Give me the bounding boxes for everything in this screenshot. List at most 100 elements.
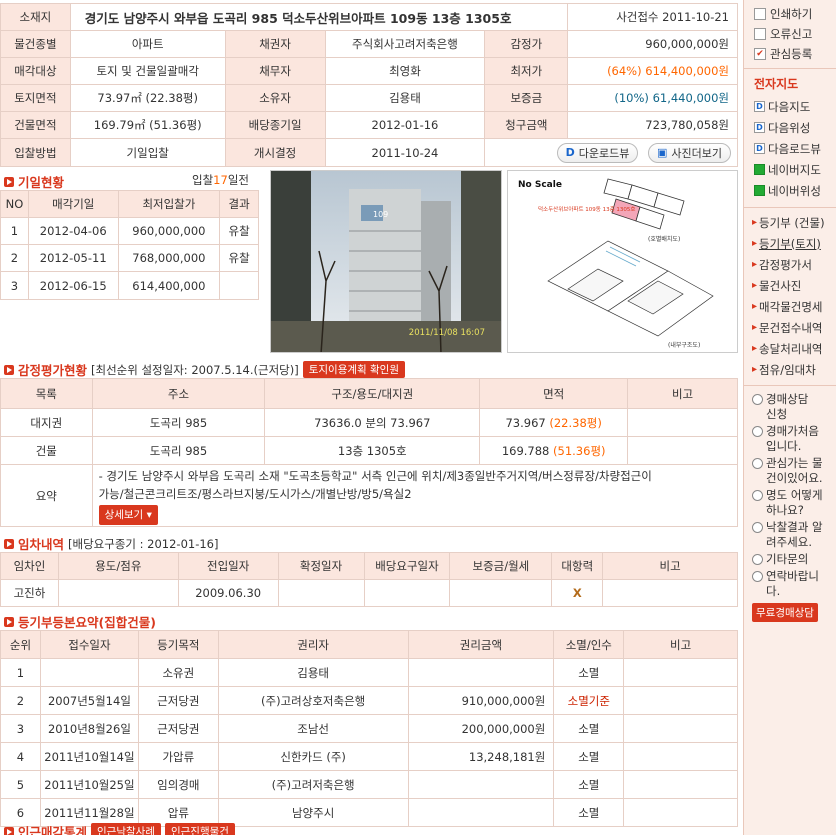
info-row: 건물면적 169.79㎡ (51.36평) 배당종기일 2012-01-16 청… [0, 111, 738, 139]
registry-land-link[interactable]: 등기부(토지) [744, 233, 836, 254]
table-row: 3 2010년8월26일 근저당권 조남선 200,000,000원 소멸 [0, 714, 738, 743]
column-header: 비고 [623, 630, 738, 659]
add-favorite-button[interactable]: ✔ 관심등록 [754, 44, 836, 64]
printer-icon [754, 8, 766, 20]
nearby-sales-button[interactable]: 인근낙찰사례 [91, 823, 161, 835]
daum-satellite-link[interactable]: D 다음위성 [744, 117, 836, 138]
download-view-button[interactable]: D 다운로드뷰 [556, 142, 639, 163]
column-header: 접수일자 [39, 630, 139, 659]
registry-title: 등기부등본요약(집합건물) [18, 615, 156, 630]
radio-icon [752, 394, 763, 405]
radio-other[interactable]: 기타문의 [744, 552, 836, 567]
table-row: 3 2012-06-15 614,400,000 [0, 271, 259, 300]
radio-first-time[interactable]: 경매가처음 입니다. [744, 424, 836, 454]
column-header: 최저입찰가 [117, 190, 221, 218]
info-value: 2012-01-16 [324, 111, 486, 139]
error-report-button[interactable]: 오류신고 [754, 24, 836, 44]
daum-roadview-link[interactable]: D 다음로드뷰 [744, 138, 836, 159]
summary-label: 요약 [0, 464, 93, 527]
column-header: 비고 [602, 552, 738, 580]
view-buttons-cell: D 다운로드뷰 ▣ 사진더보기 [484, 138, 738, 167]
naver-satellite-link[interactable]: 네이버위성 [744, 180, 836, 201]
table-row: 1 2012-04-06 960,000,000 유찰 [0, 217, 259, 245]
dday-suffix: 일전 [227, 173, 249, 187]
radio-interested[interactable]: 관심가는 물 건이있어요. [744, 456, 836, 486]
nearby-ongoing-button[interactable]: 인근진행물건 [164, 823, 235, 835]
case-received: 사건접수 2011-10-21 [567, 3, 738, 31]
info-row: 물건종별 아파트 채권자 주식회사고려저축은행 감정가 960,000,000원 [0, 30, 738, 58]
detail-view-button[interactable]: 상세보기 ▾ [98, 504, 158, 525]
radio-icon [752, 458, 763, 469]
naver-logo-icon [754, 164, 765, 175]
info-label: 물건종별 [0, 30, 71, 58]
address-label: 소재지 [0, 3, 71, 31]
occupancy-link[interactable]: 점유/임대차 [744, 359, 836, 380]
nearby-stats-header: 인근매각통계 인근낙찰사례 인근진행물건 [4, 822, 235, 835]
column-header: 전입일자 [177, 552, 279, 580]
download-view-label: 다운로드뷰 [578, 146, 630, 160]
column-header: 주소 [91, 378, 266, 409]
appraisal-subtitle: [최선순위 설정일자: 2007.5.14.(근저당)] [91, 362, 299, 377]
building-number: 109 [373, 210, 388, 219]
registry-building-link[interactable]: 등기부 (건물) [744, 212, 836, 233]
radio-eviction[interactable]: 명도 어떻게 하나요? [744, 488, 836, 518]
minimum-price: (64%) 614,400,000원 [567, 57, 738, 85]
radio-icon [752, 490, 763, 501]
table-row: 2 2007년5월14일 근저당권 (주)고려상호저축은행 910,000,000원 소멸… [0, 686, 738, 715]
info-value: 토지 및 건물일괄매각 [69, 57, 226, 85]
column-header: 등기목적 [137, 630, 219, 659]
column-header: 대항력 [551, 552, 604, 580]
plan-bottom-caption: (내부구조도) [668, 341, 700, 349]
column-header: 비고 [627, 378, 738, 409]
lease-header: 임차내역 [배당요구종기 : 2012-01-16] [4, 534, 219, 553]
summary-text: - 경기도 남양주시 와부읍 도곡리 소재 "도곡초등학교" 서측 인근에 위치… [98, 468, 652, 483]
sale-spec-link[interactable]: 매각물건명세 [744, 296, 836, 317]
photo-more-button[interactable]: ▣ 사진더보기 [647, 142, 731, 163]
daum-logo-icon: D [754, 101, 765, 112]
info-value: 아파트 [69, 30, 226, 58]
section-bullet-icon [4, 538, 14, 549]
info-value: 기일입찰 [69, 138, 226, 167]
floor-plan[interactable]: No Scale (호별배치도) 덕소두산위브아파트 109동 13층 1305… [507, 170, 738, 353]
radio-icon [752, 571, 763, 582]
floor-plan-image: No Scale (호별배치도) 덕소두산위브아파트 109동 13층 1305… [508, 171, 737, 352]
summary-cell: - 경기도 남양주시 와부읍 도곡리 소재 "도곡초등학교" 서측 인근에 위치… [91, 464, 739, 527]
lease-title: 임차내역 [18, 537, 65, 552]
photo-timestamp: 2011/11/08 16:07 [409, 328, 485, 338]
radio-consult[interactable]: 경매상담 신청 [744, 392, 836, 422]
section-bullet-icon [4, 826, 14, 835]
column-header: 매각기일 [27, 190, 119, 218]
extinction-standard: 소멸기준 [553, 686, 625, 715]
free-consult-button[interactable]: 무료경매상담 [752, 603, 818, 622]
radio-contact[interactable]: 연락바랍니 다. [744, 569, 836, 599]
radio-result[interactable]: 낙찰결과 알 려주세요. [744, 520, 836, 550]
doc-receipt-link[interactable]: 문건접수내역 [744, 317, 836, 338]
appraisal-header: 감정평가현황 [최선순위 설정일자: 2007.5.14.(근저당)] 토지이용… [4, 360, 405, 379]
building-photo[interactable]: 2011/11/08 16:07 109 [270, 170, 502, 353]
plan-top-caption: (호별배치도) [648, 235, 680, 243]
daum-map-link[interactable]: D 다음지도 [744, 96, 836, 117]
no-scale-label: No Scale [518, 180, 562, 190]
right-sidebar: 인쇄하기 오류신고 ✔ 관심등록 전자지도 D 다음지도 D 다음위성 D 다음로드뷰 … [743, 0, 836, 835]
print-button[interactable]: 인쇄하기 [754, 4, 836, 24]
info-label: 배당종기일 [224, 111, 326, 139]
info-label: 매각대상 [0, 57, 71, 85]
camera-icon: ▣ [656, 146, 668, 159]
info-row: 토지면적 73.97㎡ (22.38평) 소유자 김용태 보증금 (10%) 6… [0, 84, 738, 112]
section-bullet-icon [4, 616, 14, 627]
radio-icon [752, 554, 763, 565]
table-row: 4 2011년10월14일 가압류 신한카드 (주) 13,248,181원 소멸 [0, 742, 738, 771]
delivery-link[interactable]: 송달처리내역 [744, 338, 836, 359]
sidebar-actions: 인쇄하기 오류신고 ✔ 관심등록 [744, 0, 836, 64]
info-label: 입찰방법 [0, 138, 71, 167]
land-use-plan-button[interactable]: 토지이용계획 확인원 [302, 361, 405, 378]
opposing-power-x: X [551, 579, 604, 607]
consult-form: 경매상담 신청 경매가처음 입니다. 관심가는 물 건이있어요. 명도 어떻게 하나요?… [744, 385, 836, 622]
appraisal-doc-link[interactable]: 감정평가서 [744, 254, 836, 275]
column-header: 확정일자 [277, 552, 365, 580]
lease-table: 임차인 용도/점유 전입일자 확정일자 배당요구일자 보증금/월세 대항력 비고… [0, 552, 738, 607]
info-label: 채권자 [224, 30, 326, 58]
naver-map-link[interactable]: 네이버지도 [744, 159, 836, 180]
property-photo-link[interactable]: 물건사진 [744, 275, 836, 296]
schedule-header: 기일현황 [4, 172, 64, 191]
